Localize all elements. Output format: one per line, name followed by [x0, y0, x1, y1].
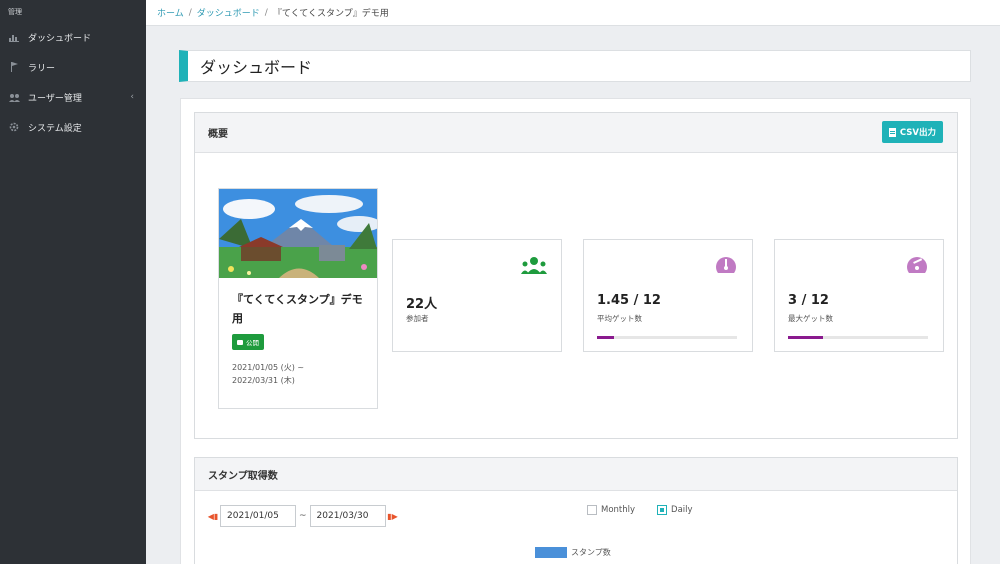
progress-fill: [788, 336, 823, 339]
stat-label: 平均ゲット数: [597, 314, 642, 323]
date-range-controls: ◀▮ ~ ▮▶: [206, 505, 400, 527]
sidebar-item-rally[interactable]: ラリー: [0, 52, 146, 82]
breadcrumb-dashboard-link[interactable]: ダッシュボード: [197, 6, 260, 19]
daily-label: Daily: [671, 505, 693, 515]
chart-icon: [8, 31, 20, 43]
csv-export-button[interactable]: CSV出力: [881, 121, 943, 143]
progress-bar: [597, 336, 737, 339]
page-title-box: ダッシュボード: [179, 50, 971, 82]
stat-value: 22人: [406, 297, 438, 312]
sidebar-item-label: ダッシュボード: [28, 33, 92, 44]
sidebar-header: 管理: [8, 8, 22, 16]
users-icon: [8, 91, 20, 103]
sidebar-item-label: ユーザー管理: [28, 93, 82, 104]
gauge-icon: [714, 256, 738, 280]
participants-icon: [521, 256, 547, 280]
content-panel: 概要 CSV出力 『てくてくスタンプ』デモ用 公開 2021/01/05 (火)…: [180, 98, 971, 564]
progress-fill: [597, 336, 614, 339]
date-range-tilde: ~: [299, 511, 307, 521]
stat-label: 参加者: [406, 314, 429, 323]
overview-heading: 概要: [208, 129, 228, 140]
stamp-count-card: スタンプ取得数 ◀▮ ~ ▮▶ Monthly Daily スタンプ数: [194, 457, 958, 564]
sidebar-item-users[interactable]: ユーザー管理 ‹: [0, 82, 146, 112]
sidebar: 管理 ダッシュボード ラリー ユーザー管理 ‹ システム設定: [0, 0, 146, 564]
csv-export-label: CSV出力: [899, 128, 936, 138]
date-to-input[interactable]: [309, 505, 386, 527]
stat-value: 1.45 / 12: [597, 293, 661, 308]
rally-date-end: 2022/03/31 (木): [232, 376, 295, 385]
sidebar-item-dashboard[interactable]: ダッシュボード: [0, 22, 146, 52]
overview-header: 概要 CSV出力: [195, 113, 957, 153]
rally-name: 『てくてくスタンプ』デモ用: [232, 293, 363, 325]
status-badge-label: 公開: [246, 339, 259, 347]
lock-icon: [237, 339, 243, 345]
breadcrumb-separator: /: [188, 7, 192, 18]
daily-checkbox-box[interactable]: [657, 505, 668, 515]
rally-date-start: 2021/01/05 (火) ~: [232, 363, 305, 372]
rally-image: [219, 189, 377, 278]
granularity-controls: Monthly Daily: [587, 505, 715, 515]
rally-card[interactable]: 『てくてくスタンプ』デモ用 公開 2021/01/05 (火) ~ 2022/0…: [218, 188, 378, 409]
stat-card-max: 3 / 12 最大ゲット数: [774, 239, 944, 352]
overview-card: 概要 CSV出力 『てくてくスタンプ』デモ用 公開 2021/01/05 (火)…: [194, 112, 958, 439]
breadcrumb: ホーム / ダッシュボード / 『てくてくスタンプ』デモ用: [146, 0, 1000, 26]
document-icon: [888, 127, 896, 137]
breadcrumb-home-link[interactable]: ホーム: [157, 6, 184, 19]
stat-value: 3 / 12: [788, 293, 829, 308]
sidebar-item-settings[interactable]: システム設定: [0, 112, 146, 142]
progress-bar: [788, 336, 928, 339]
chart-legend: スタンプ数: [535, 547, 611, 558]
breadcrumb-current: 『てくてくスタンプ』デモ用: [272, 9, 389, 19]
sidebar-item-label: ラリー: [28, 63, 56, 74]
page-title: ダッシュボード: [200, 58, 313, 77]
gear-icon: [8, 121, 20, 133]
daily-checkbox[interactable]: Daily: [657, 505, 693, 515]
stat-card-average: 1.45 / 12 平均ゲット数: [583, 239, 753, 352]
legend-swatch: [535, 547, 567, 558]
prev-range-icon[interactable]: ◀▮: [206, 512, 220, 521]
monthly-label: Monthly: [601, 505, 636, 515]
gauge-icon: [905, 256, 929, 280]
stamp-count-heading: スタンプ取得数: [208, 470, 278, 482]
date-from-input[interactable]: [220, 505, 296, 527]
stamp-count-header: スタンプ取得数: [195, 458, 957, 491]
status-badge: 公開: [232, 334, 264, 350]
monthly-checkbox[interactable]: Monthly: [587, 505, 635, 515]
rally-dates: 2021/01/05 (火) ~ 2022/03/31 (木): [232, 361, 304, 387]
stat-card-participants: 22人 参加者: [392, 239, 562, 352]
chevron-left-icon: ‹: [130, 92, 134, 102]
stat-label: 最大ゲット数: [788, 314, 833, 323]
next-range-icon[interactable]: ▮▶: [386, 512, 400, 521]
breadcrumb-separator: /: [264, 7, 268, 18]
legend-label: スタンプ数: [571, 548, 611, 557]
monthly-checkbox-box[interactable]: [587, 505, 597, 515]
sidebar-item-label: システム設定: [28, 123, 82, 134]
flag-icon: [8, 61, 20, 73]
